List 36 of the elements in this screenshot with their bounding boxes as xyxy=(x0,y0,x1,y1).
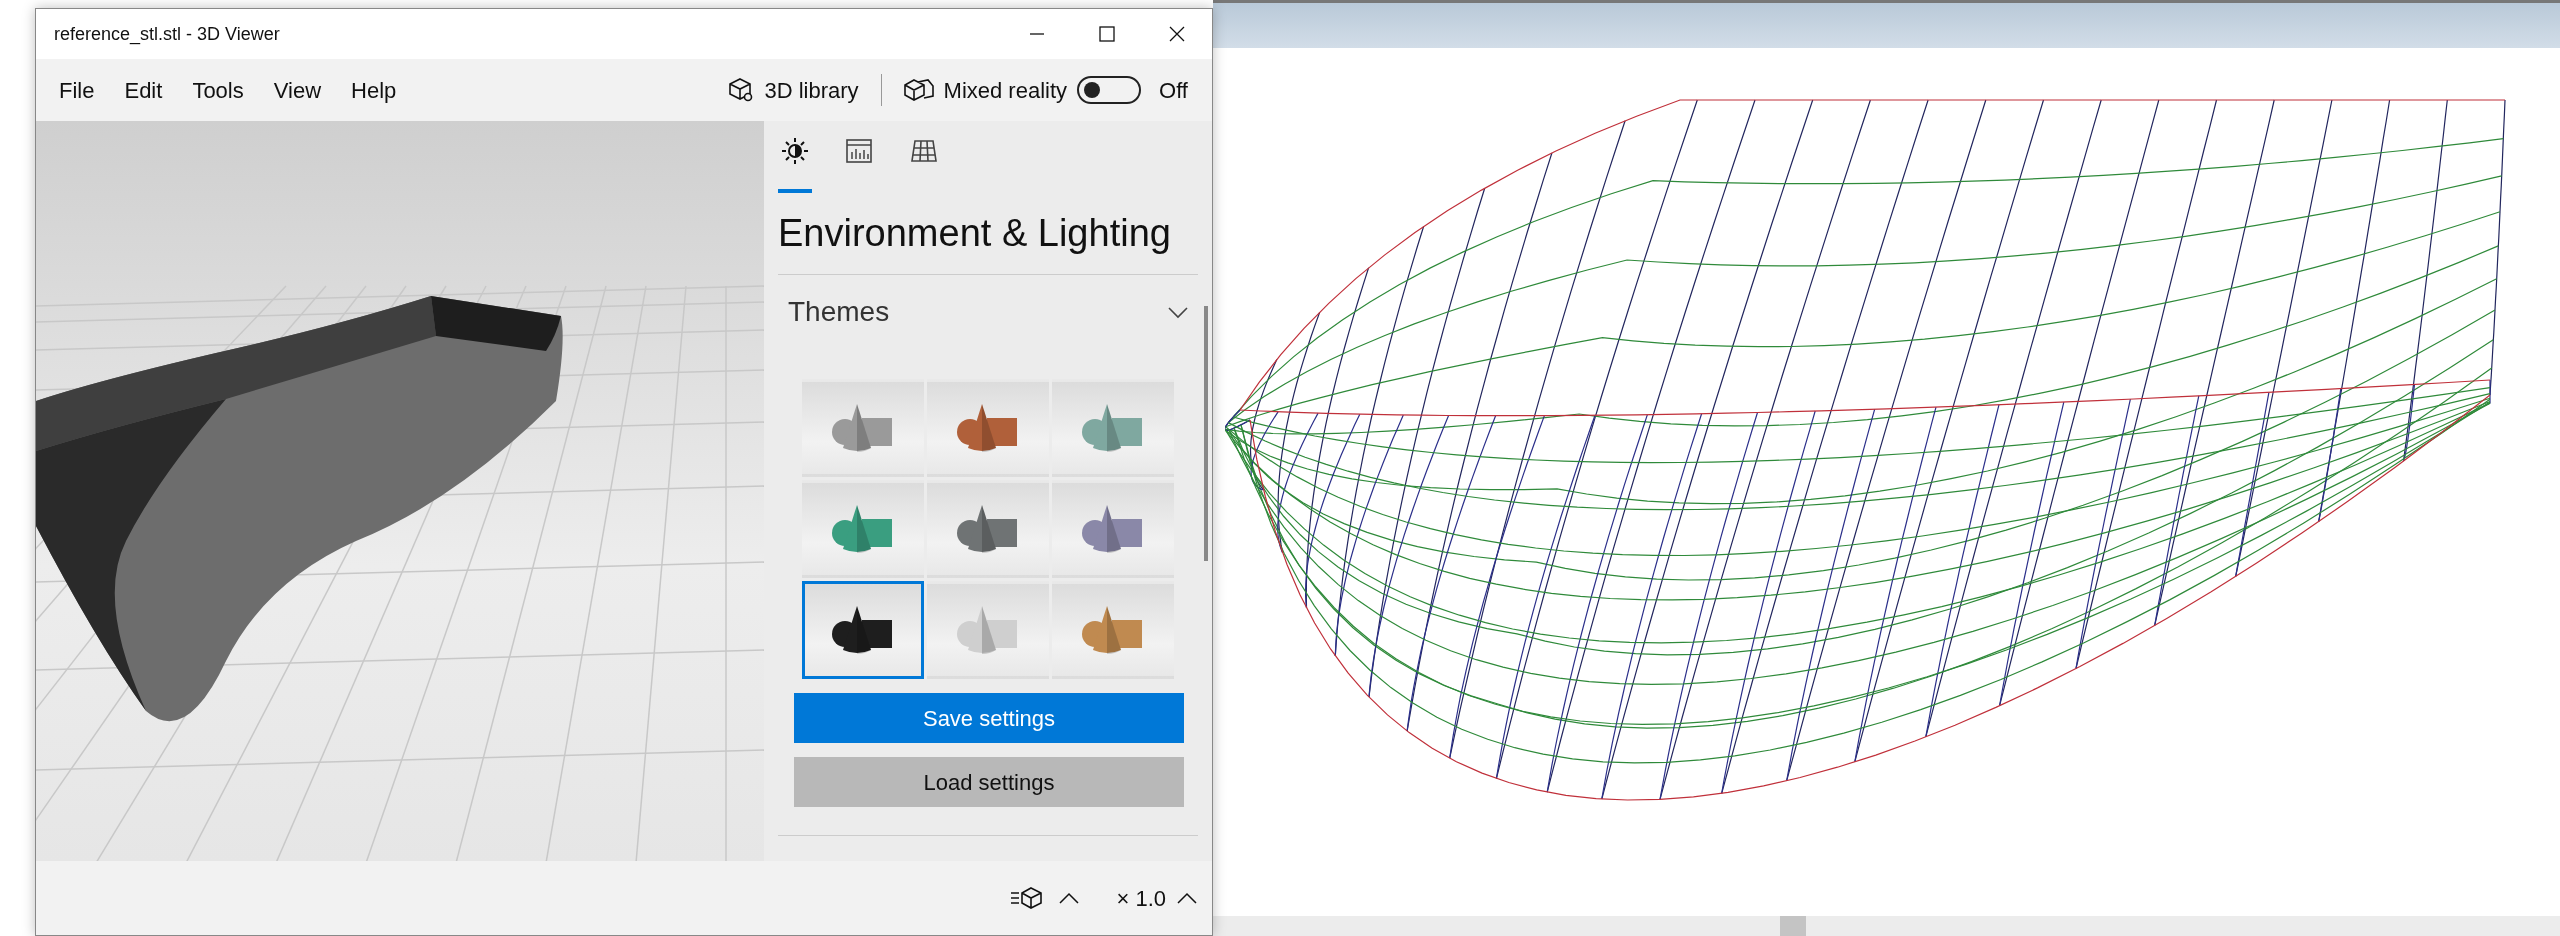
zoom-level: × 1.0 xyxy=(1116,884,1166,913)
panel-heading: Environment & Lighting xyxy=(778,193,1198,275)
sun-icon xyxy=(781,137,809,165)
theme-thumbnail[interactable] xyxy=(802,480,924,578)
toggle-state-label: Off xyxy=(1159,76,1188,105)
theme-thumbnail[interactable] xyxy=(802,379,924,477)
caret-up-icon[interactable] xyxy=(1176,891,1198,905)
menu-item[interactable]: Tools xyxy=(177,67,259,113)
library-link[interactable]: 3D library xyxy=(764,73,859,107)
menu-item[interactable]: View xyxy=(258,67,337,113)
window-title: reference_stl.stl - 3D Viewer xyxy=(54,22,281,47)
mixed-reality-toggle[interactable] xyxy=(1077,76,1142,104)
cube-speed-icon[interactable] xyxy=(1010,886,1045,910)
menu-item[interactable]: Help xyxy=(336,67,412,113)
theme-thumbnail[interactable] xyxy=(802,581,924,679)
save-settings-button[interactable]: Save settings xyxy=(794,693,1184,743)
theme-thumbnail[interactable] xyxy=(927,379,1049,477)
theme-thumbnail[interactable] xyxy=(1052,480,1174,578)
themes-section-header[interactable]: Themes xyxy=(778,275,1198,349)
mixed-reality-label: Mixed reality xyxy=(943,76,1068,105)
theme-thumbnail[interactable] xyxy=(927,581,1049,679)
load-settings-button[interactable]: Load settings xyxy=(794,757,1184,807)
close-icon[interactable] xyxy=(1169,26,1185,42)
grid-icon xyxy=(909,137,937,165)
menu-item[interactable]: File xyxy=(44,67,110,113)
theme-thumbnail[interactable] xyxy=(1052,379,1174,477)
theme-thumbnail[interactable] xyxy=(1052,581,1174,679)
chart-panel-icon xyxy=(845,137,873,165)
scrollbar-thumb[interactable] xyxy=(1780,916,1806,936)
theme-thumbnail[interactable] xyxy=(927,480,1049,578)
cubes-icon xyxy=(903,77,934,103)
caret-up-icon[interactable] xyxy=(1058,891,1081,905)
cube-icon xyxy=(728,77,755,103)
scrollbar[interactable] xyxy=(1204,306,1208,561)
menu-item[interactable]: Edit xyxy=(109,67,178,113)
maximize-icon[interactable] xyxy=(1099,26,1115,42)
